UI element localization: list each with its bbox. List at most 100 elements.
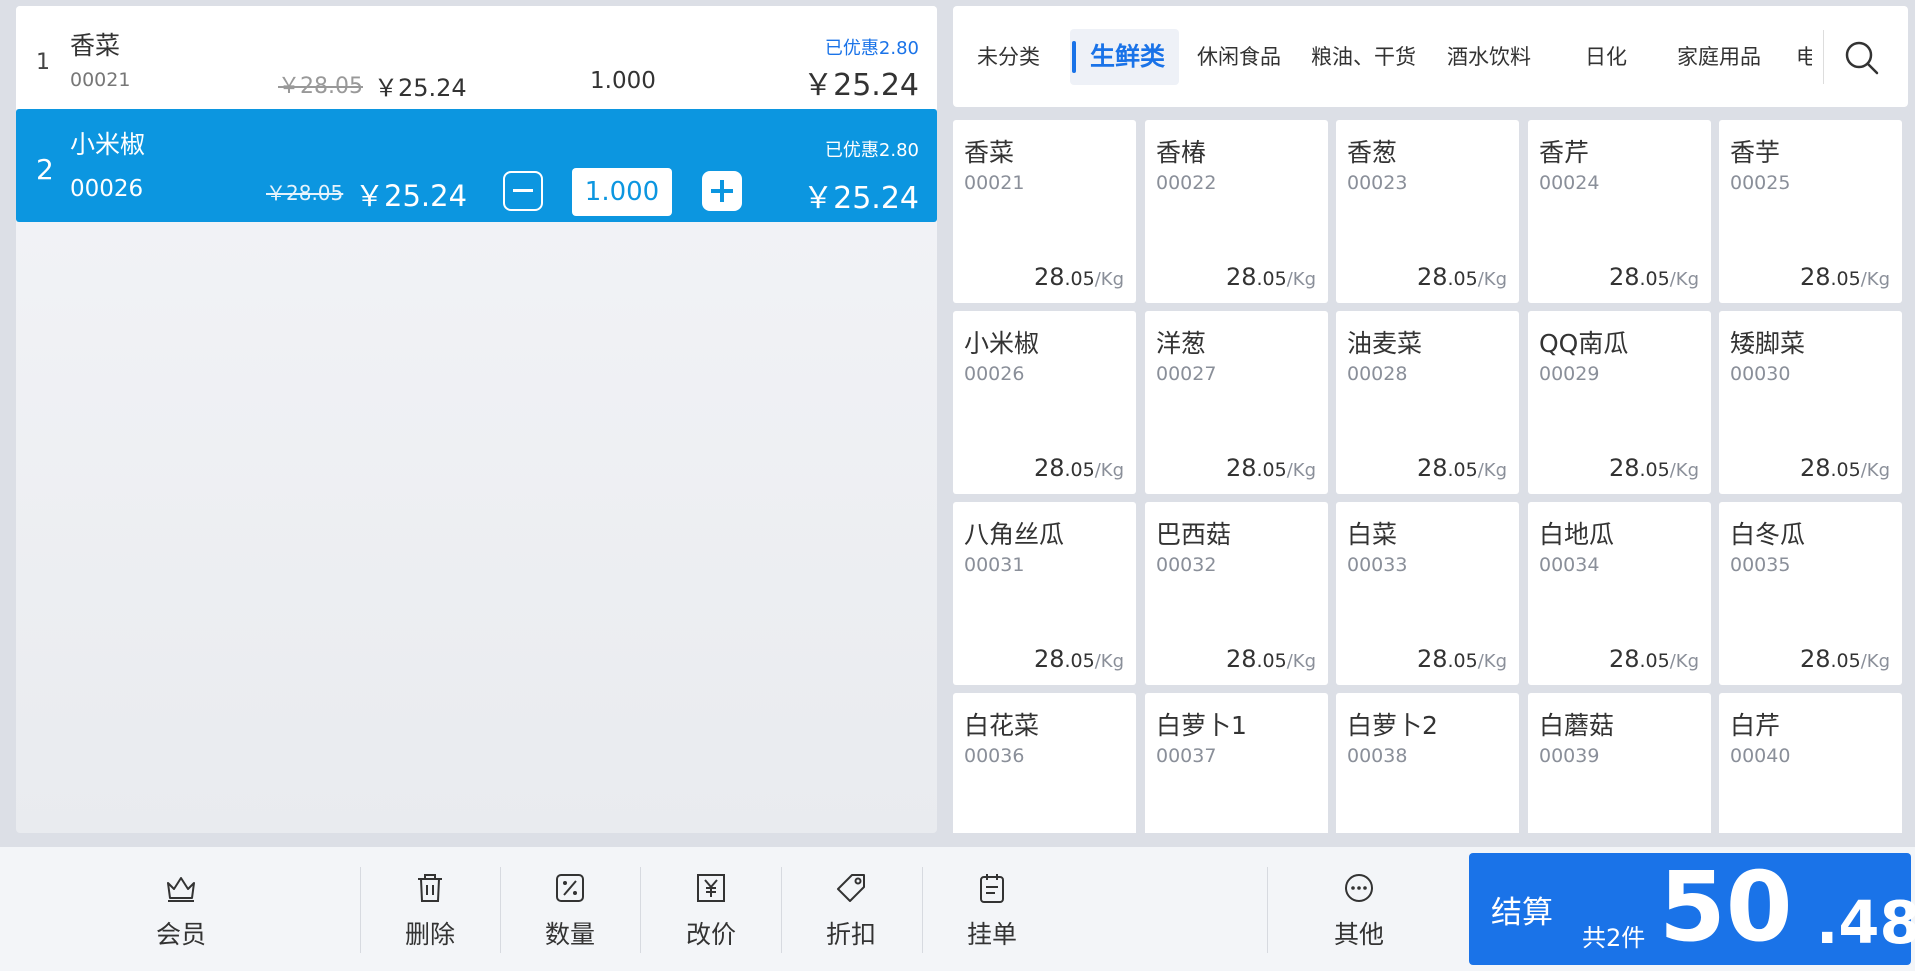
product-price-unit: /Kg bbox=[1094, 460, 1124, 481]
product-price-decimal: .05 bbox=[1064, 459, 1095, 481]
order-row-selected[interactable]: 2 小米椒 00026 ￥28.05 ￥25.24 1.000 已优惠2.80 … bbox=[16, 109, 937, 222]
hold-order-button[interactable]: 挂单 bbox=[942, 871, 1042, 951]
product-price-unit: /Kg bbox=[1860, 269, 1890, 290]
product-code: 00038 bbox=[1347, 745, 1408, 767]
search-icon bbox=[1845, 41, 1879, 75]
product-card[interactable]: 白萝卜2 00038 bbox=[1336, 693, 1519, 833]
change-price-button[interactable]: 改价 bbox=[661, 871, 761, 951]
product-card[interactable]: 香椿 00022 28.05/Kg bbox=[1145, 120, 1328, 303]
product-card[interactable]: 洋葱 00027 28.05/Kg bbox=[1145, 311, 1328, 494]
order-list: 1 香菜 00021 ￥28.05 ￥25.24 1.000 已优惠2.80 ￥… bbox=[16, 6, 937, 833]
product-card[interactable]: 八角丝瓜 00031 28.05/Kg bbox=[953, 502, 1136, 685]
product-price: 28.05/Kg bbox=[1800, 645, 1890, 673]
product-name: 白蘑菇 bbox=[1539, 711, 1615, 740]
clipboard-icon bbox=[980, 874, 1004, 903]
product-card[interactable]: 白芹 00040 bbox=[1719, 693, 1902, 833]
product-card[interactable]: 白菜 00033 28.05/Kg bbox=[1336, 502, 1519, 685]
tab-uncategorized[interactable]: 未分类 bbox=[977, 29, 1040, 85]
total-amount-decimal: .48 bbox=[1816, 888, 1915, 957]
product-price: 28.05/Kg bbox=[1226, 454, 1316, 482]
tab-household[interactable]: 家庭用品 bbox=[1677, 29, 1761, 85]
order-row-total: ￥25.24 bbox=[803, 68, 919, 103]
tab-electronics[interactable]: 电 bbox=[1796, 29, 1812, 85]
member-button[interactable]: 会员 bbox=[131, 871, 231, 951]
order-row-original-price: ￥28.05 bbox=[278, 74, 363, 99]
tab-daily-chemicals[interactable]: 日化 bbox=[1585, 29, 1627, 85]
order-row-original-price: ￥28.05 bbox=[266, 181, 344, 205]
product-card[interactable]: 白萝卜1 00037 bbox=[1145, 693, 1328, 833]
divider bbox=[640, 867, 641, 953]
product-price: 28.05/Kg bbox=[1034, 454, 1124, 482]
product-name: 洋葱 bbox=[1156, 329, 1207, 358]
product-card[interactable]: 矮脚菜 00030 28.05/Kg bbox=[1719, 311, 1902, 494]
product-card[interactable]: 香芋 00025 28.05/Kg bbox=[1719, 120, 1902, 303]
delete-button[interactable]: 删除 bbox=[380, 871, 480, 951]
product-card[interactable]: 白花菜 00036 bbox=[953, 693, 1136, 833]
product-price-unit: /Kg bbox=[1669, 460, 1699, 481]
percent-icon bbox=[556, 874, 584, 902]
tab-grain-oil[interactable]: 粮油、干货 bbox=[1311, 29, 1416, 85]
total-amount-integer: 50 bbox=[1659, 851, 1793, 963]
product-name: 香芹 bbox=[1539, 138, 1590, 167]
product-name: 小米椒 bbox=[964, 329, 1040, 358]
product-price: 28.05/Kg bbox=[1417, 454, 1507, 482]
product-code: 00035 bbox=[1730, 554, 1791, 576]
product-name: 白菜 bbox=[1347, 520, 1398, 549]
order-row[interactable]: 1 香菜 00021 ￥28.05 ￥25.24 1.000 已优惠2.80 ￥… bbox=[16, 6, 937, 109]
trash-icon bbox=[418, 874, 442, 902]
divider bbox=[781, 867, 782, 953]
other-button[interactable]: 其他 bbox=[1309, 871, 1409, 951]
product-card[interactable]: 白地瓜 00034 28.05/Kg bbox=[1528, 502, 1711, 685]
product-price-unit: /Kg bbox=[1286, 269, 1316, 290]
product-price-unit: /Kg bbox=[1669, 269, 1699, 290]
product-card[interactable]: 白蘑菇 00039 bbox=[1528, 693, 1711, 833]
product-price: 28.05/Kg bbox=[1800, 263, 1890, 291]
product-price: 28.05/Kg bbox=[1417, 645, 1507, 673]
product-card[interactable]: 香芹 00024 28.05/Kg bbox=[1528, 120, 1711, 303]
product-card[interactable]: 巴西菇 00032 28.05/Kg bbox=[1145, 502, 1328, 685]
quantity-increase-button[interactable] bbox=[702, 171, 742, 211]
product-card[interactable]: 香葱 00023 28.05/Kg bbox=[1336, 120, 1519, 303]
product-code: 00034 bbox=[1539, 554, 1600, 576]
product-price-decimal: .05 bbox=[1830, 459, 1861, 481]
product-price-unit: /Kg bbox=[1094, 651, 1124, 672]
product-card[interactable]: 白冬瓜 00035 28.05/Kg bbox=[1719, 502, 1902, 685]
checkout-button[interactable]: 结算 共2件 50 .48 bbox=[1469, 851, 1915, 965]
search-button[interactable] bbox=[1842, 38, 1882, 78]
order-row-total: ￥25.24 bbox=[803, 181, 919, 216]
product-price-decimal: .05 bbox=[1064, 650, 1095, 672]
product-price-decimal: .05 bbox=[1256, 268, 1287, 290]
product-price-decimal: .05 bbox=[1639, 459, 1670, 481]
product-code: 00039 bbox=[1539, 745, 1600, 767]
product-price-decimal: .05 bbox=[1447, 650, 1478, 672]
product-price-integer: 28 bbox=[1799, 263, 1831, 291]
divider bbox=[1267, 867, 1268, 953]
product-card[interactable]: 油麦菜 00028 28.05/Kg bbox=[1336, 311, 1519, 494]
product-price-integer: 28 bbox=[1799, 645, 1831, 673]
product-card[interactable]: QQ南瓜 00029 28.05/Kg bbox=[1528, 311, 1711, 494]
product-card[interactable]: 小米椒 00026 28.05/Kg bbox=[953, 311, 1136, 494]
product-price-unit: /Kg bbox=[1477, 269, 1507, 290]
product-code: 00021 bbox=[964, 172, 1025, 194]
product-card[interactable]: 香菜 00021 28.05/Kg bbox=[953, 120, 1136, 303]
price-tag-yen-icon bbox=[697, 874, 725, 902]
product-price-decimal: .05 bbox=[1639, 268, 1670, 290]
discount-button[interactable]: 折扣 bbox=[801, 871, 901, 951]
product-price-integer: 28 bbox=[1033, 454, 1065, 482]
product-price-unit: /Kg bbox=[1477, 651, 1507, 672]
quantity-input[interactable]: 1.000 bbox=[572, 168, 672, 216]
product-price: 28.05/Kg bbox=[1226, 263, 1316, 291]
quantity-decrease-button[interactable] bbox=[503, 171, 543, 211]
product-name: 白花菜 bbox=[964, 711, 1040, 740]
product-price-integer: 28 bbox=[1225, 263, 1257, 291]
product-price-integer: 28 bbox=[1799, 454, 1831, 482]
tab-snacks[interactable]: 休闲食品 bbox=[1197, 29, 1281, 85]
product-code: 00028 bbox=[1347, 363, 1408, 385]
hold-order-label: 挂单 bbox=[966, 920, 1017, 949]
quantity-button[interactable]: 数量 bbox=[520, 871, 620, 951]
tab-drinks[interactable]: 酒水饮料 bbox=[1447, 29, 1531, 85]
product-code: 00024 bbox=[1539, 172, 1600, 194]
product-name: 白萝卜1 bbox=[1156, 711, 1247, 740]
tab-fresh[interactable]: 生鲜类 bbox=[1070, 29, 1180, 85]
order-row-index: 2 bbox=[36, 153, 54, 186]
